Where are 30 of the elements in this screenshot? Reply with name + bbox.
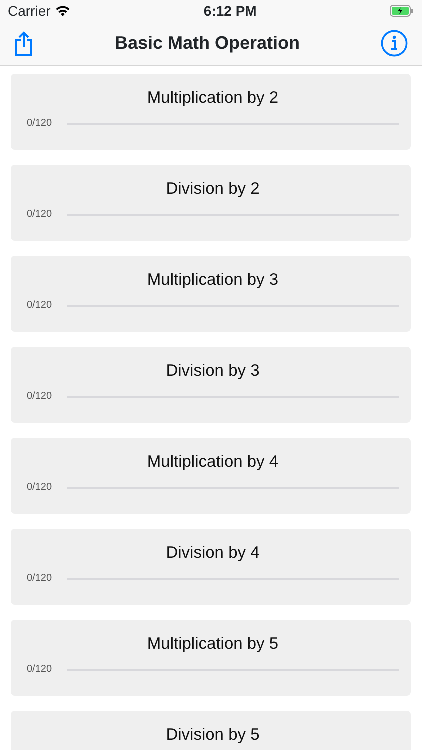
lesson-card[interactable]: Multiplication by 2 0/120 <box>11 74 411 150</box>
progress-count: 0/120 <box>27 208 54 222</box>
lesson-card[interactable]: Division by 4 0/120 <box>11 529 411 605</box>
lesson-card[interactable]: Division by 3 0/120 <box>11 347 411 423</box>
lesson-title: Multiplication by 5 <box>146 634 280 654</box>
progress-count: 0/120 <box>27 663 54 677</box>
wifi-icon <box>54 5 71 17</box>
lesson-title: Multiplication by 4 <box>146 452 280 472</box>
share-icon[interactable] <box>14 30 34 56</box>
lesson-title: Division by 2 <box>165 179 261 199</box>
lesson-card[interactable]: Multiplication by 4 0/120 <box>11 438 411 514</box>
lesson-title: Division by 3 <box>165 361 261 381</box>
progress-count: 0/120 <box>27 117 54 131</box>
carrier-label: Carrier <box>8 2 51 20</box>
info-icon[interactable] <box>380 30 408 57</box>
progress-count: 0/120 <box>27 390 54 404</box>
lesson-card[interactable]: Multiplication by 5 0/120 <box>11 620 411 696</box>
lesson-title: Multiplication by 2 <box>146 88 280 108</box>
lesson-card[interactable]: Division by 5 <box>11 711 411 750</box>
clock-time: 6:12 PM <box>204 2 257 20</box>
lesson-title: Division by 5 <box>165 725 261 745</box>
progress-count: 0/120 <box>27 572 54 586</box>
progress-count: 0/120 <box>27 481 54 495</box>
lesson-card[interactable]: Multiplication by 3 0/120 <box>11 256 411 332</box>
progress-count: 0/120 <box>27 299 54 313</box>
lesson-title: Division by 4 <box>165 543 261 563</box>
battery-icon <box>390 5 414 17</box>
lesson-card[interactable]: Division by 2 0/120 <box>11 165 411 241</box>
screen-title: Basic Math Operation <box>114 32 300 55</box>
lesson-title: Multiplication by 3 <box>146 270 280 290</box>
